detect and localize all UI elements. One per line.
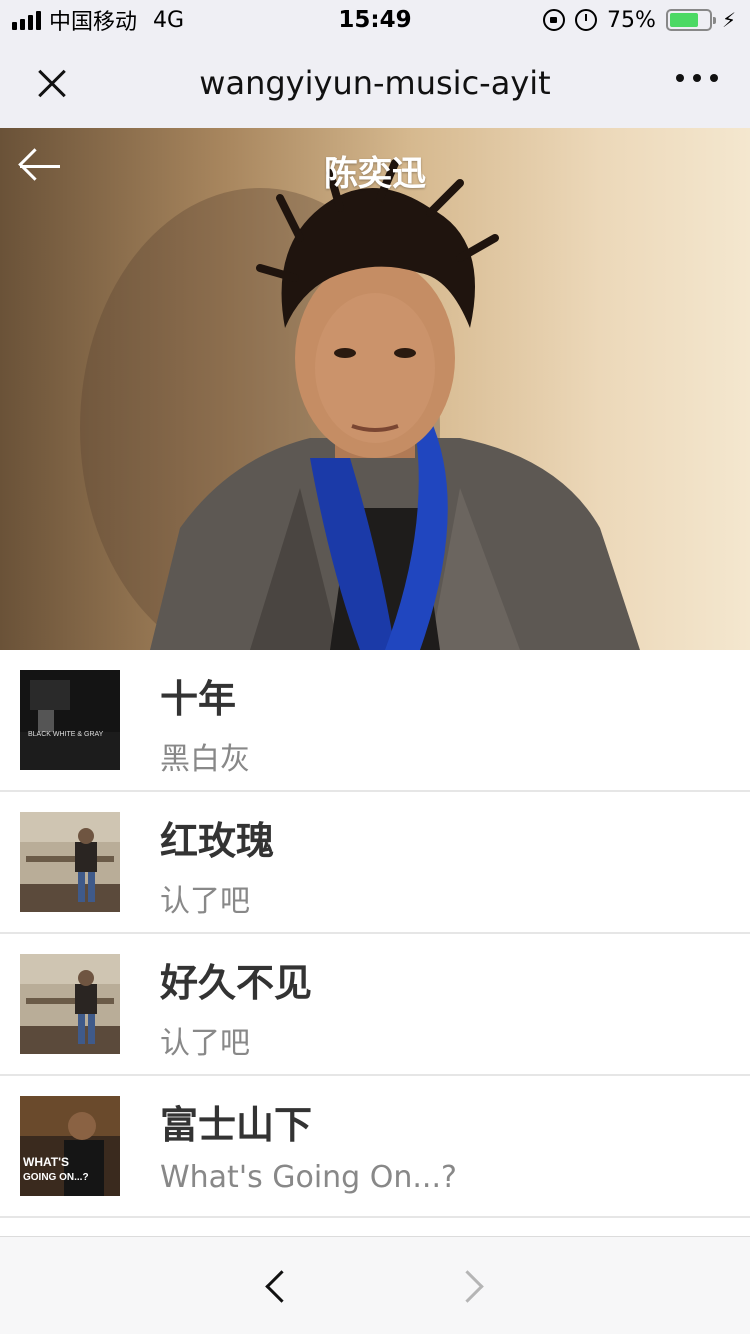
cover-title: BLACK WHITE & GRAY (28, 731, 104, 738)
battery-percent: 75% (607, 7, 656, 33)
cover-title-line2: GOING ON...? (23, 1172, 89, 1183)
song-item[interactable]: 红玫瑰 认了吧 (0, 792, 750, 934)
status-bar: 中国移动 4G 15:49 75% ⚡ (0, 0, 750, 40)
battery-icon (665, 9, 716, 31)
album-name: What's Going On...? (160, 1160, 457, 1195)
album-cover (20, 954, 120, 1054)
album-name: 黑白灰 (160, 742, 250, 777)
song-name: 好久不见 (160, 961, 313, 1005)
close-icon[interactable] (30, 62, 74, 106)
page-title: wangyiyun-music-ayit (199, 64, 551, 102)
charging-icon: ⚡ (721, 8, 736, 32)
song-item[interactable]: 好久不见 认了吧 (0, 934, 750, 1076)
song-list: BLACK WHITE & GRAY 十年 黑白灰 红玫瑰 认了吧 好久不见 认… (0, 650, 750, 1218)
bottom-toolbar (0, 1236, 750, 1334)
album-cover: WHAT'S GOING ON...? (20, 1096, 120, 1196)
album-cover (20, 812, 120, 912)
rotation-lock-icon (543, 9, 566, 31)
song-item[interactable]: WHAT'S GOING ON...? 富士山下 What's Going On… (0, 1076, 750, 1218)
song-name: 红玫瑰 (160, 819, 275, 863)
alarm-icon (575, 9, 598, 31)
nav-bar: wangyiyun-music-ayit (0, 40, 750, 128)
song-name: 十年 (160, 677, 237, 721)
album-cover: BLACK WHITE & GRAY (20, 670, 120, 770)
artist-name: 陈奕迅 (324, 154, 426, 194)
artist-hero: 陈奕迅 (0, 128, 750, 650)
chevron-right-icon[interactable] (452, 1267, 492, 1307)
song-item[interactable]: BLACK WHITE & GRAY 十年 黑白灰 (0, 650, 750, 792)
more-dots-icon[interactable] (676, 74, 718, 82)
song-name: 富士山下 (160, 1103, 313, 1147)
album-name: 认了吧 (160, 884, 250, 919)
status-right: 75% ⚡ (543, 7, 736, 33)
chevron-left-icon[interactable] (256, 1267, 296, 1307)
album-name: 认了吧 (160, 1026, 250, 1061)
artist-photo (80, 159, 640, 650)
cover-title-line1: WHAT'S (23, 1155, 69, 1169)
